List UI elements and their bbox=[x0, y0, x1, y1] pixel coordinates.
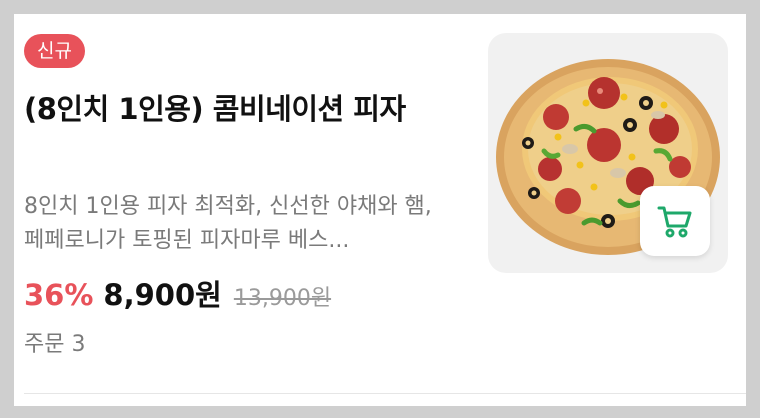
sale-price: 8,900원 bbox=[103, 278, 222, 312]
product-title: (8인치 1인용) 콤비네이션 피자 bbox=[24, 92, 406, 126]
divider bbox=[24, 393, 746, 394]
product-card[interactable]: 신규 (8인치 1인용) 콤비네이션 피자 8인치 1인용 피자 최적화, 신선… bbox=[14, 14, 746, 406]
discount-rate: 36% bbox=[24, 278, 94, 312]
price-row: 36% 8,900원 13,900원 bbox=[24, 272, 331, 314]
original-price: 13,900원 bbox=[233, 286, 332, 311]
new-badge: 신규 bbox=[24, 34, 85, 68]
add-to-cart-button[interactable] bbox=[640, 186, 710, 256]
shopping-cart-icon bbox=[657, 206, 692, 238]
product-description: 8인치 1인용 피자 최적화, 신선한 야채와 햄, 페페로니가 토핑된 피자마… bbox=[24, 194, 432, 253]
order-count: 주문 3 bbox=[24, 332, 86, 357]
